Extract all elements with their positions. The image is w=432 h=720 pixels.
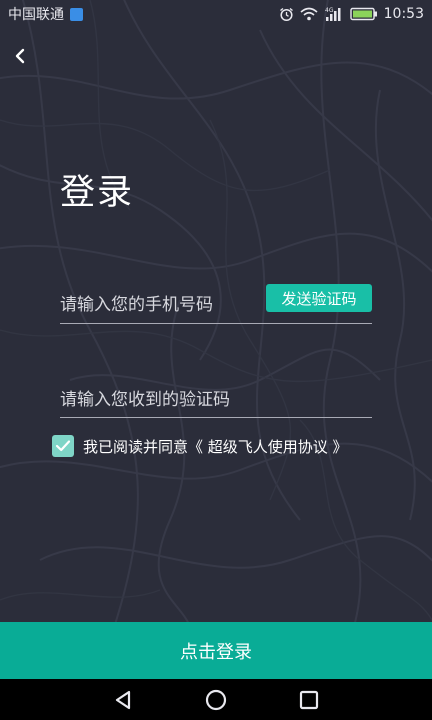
battery-icon: [349, 7, 378, 21]
status-time: 10:53: [383, 6, 424, 22]
agreement-text[interactable]: 我已阅读并同意《 超级飞人使用协议 》: [83, 436, 348, 457]
chevron-left-icon: [15, 48, 25, 64]
carrier-badge-icon: [70, 7, 83, 21]
alarm-icon: [279, 7, 294, 22]
navigation-bar: [0, 679, 432, 720]
wifi-icon: [300, 7, 318, 21]
page-title: 登录: [60, 173, 135, 213]
code-field: [60, 385, 372, 418]
nav-home-button[interactable]: [196, 682, 236, 718]
back-triangle-icon: [115, 690, 130, 709]
checkmark-icon: [55, 440, 71, 452]
carrier-name: 中国联通: [8, 7, 64, 23]
background-pattern: [0, 0, 432, 720]
status-left: 中国联通: [8, 4, 83, 24]
status-right: 4G 10:53: [279, 6, 424, 22]
signal-icon: 4G: [324, 6, 344, 22]
home-circle-icon: [205, 689, 227, 710]
verification-code-input[interactable]: [60, 385, 372, 415]
nav-recents-button[interactable]: [289, 682, 329, 718]
agreement-checkbox[interactable]: [52, 435, 74, 457]
network-type-label: 4G: [325, 7, 334, 14]
login-button[interactable]: 点击登录: [0, 622, 432, 679]
status-bar: 中国联通 4G 10:53: [0, 0, 432, 28]
agreement-row: 我已阅读并同意《 超级飞人使用协议 》: [52, 434, 348, 458]
recents-square-icon: [300, 690, 319, 709]
nav-back-button[interactable]: [103, 682, 143, 718]
back-button[interactable]: [8, 42, 32, 70]
send-code-button[interactable]: 发送验证码: [266, 284, 372, 312]
